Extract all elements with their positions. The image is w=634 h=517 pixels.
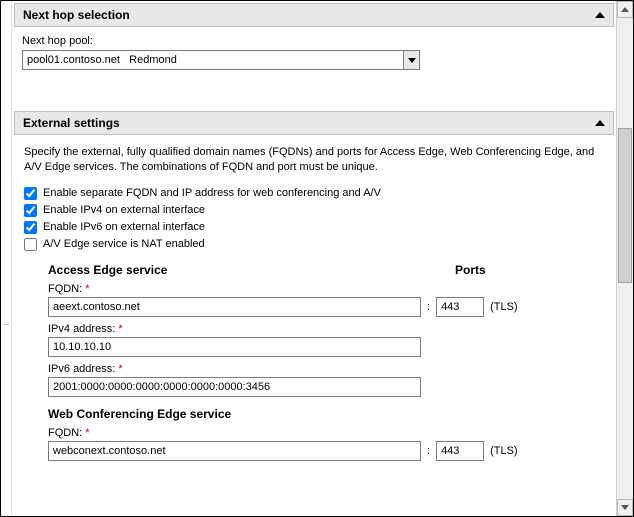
section-body-external: Specify the external, fully qualified do… [14,135,614,469]
scroll-down-button[interactable] [617,499,633,516]
access-edge-port-input[interactable] [436,297,484,317]
dropdown-button[interactable] [403,51,419,69]
vertical-scrollbar[interactable] [616,1,633,516]
section-title-next-hop: Next hop selection [23,8,130,22]
next-hop-pool-dropdown[interactable]: pool01.contoso.net Redmond [22,50,420,70]
subsection-web-conf: Web Conferencing Edge service FQDN: * : … [48,407,606,461]
check-ipv6[interactable]: Enable IPv6 on external interface [22,219,606,236]
chevron-down-icon [621,505,629,510]
check-label-separate-fqdn: Enable separate FQDN and IP address for … [43,187,381,199]
scroll-thumb[interactable] [618,128,632,283]
left-rail [1,1,12,516]
subsection-access-edge: Access Edge service Ports FQDN: * : (TLS… [48,263,606,397]
check-separate-fqdn[interactable]: Enable separate FQDN and IP address for … [22,185,606,202]
chevron-up-icon [621,7,629,12]
access-edge-ipv4-label: IPv4 address: * [48,323,606,335]
scroll-up-button[interactable] [617,1,633,18]
collapse-icon [595,120,605,126]
access-edge-fqdn-input[interactable] [48,297,421,317]
check-ipv4[interactable]: Enable IPv4 on external interface [22,202,606,219]
left-rail-divider [4,324,9,325]
ports-header: Ports [455,263,486,277]
access-edge-fqdn-label: FQDN: * [48,283,606,295]
section-body-next-hop: Next hop pool: pool01.contoso.net Redmon… [14,27,614,109]
next-hop-pool-value: pool01.contoso.net Redmond [23,54,403,66]
checkbox-ipv6[interactable] [24,221,37,234]
checkbox-nat[interactable] [24,238,37,251]
check-label-ipv6: Enable IPv6 on external interface [43,221,205,233]
access-edge-ipv6-input[interactable] [48,377,421,397]
colon-separator: : [427,445,430,457]
checkbox-ipv4[interactable] [24,204,37,217]
access-edge-title: Access Edge service [48,263,443,277]
web-conf-fqdn-label: FQDN: * [48,427,606,439]
access-edge-ipv4-input[interactable] [48,337,421,357]
web-conf-fqdn-input[interactable] [48,441,421,461]
section-title-external: External settings [23,116,120,130]
access-edge-ipv6-label: IPv6 address: * [48,363,606,375]
chevron-down-icon [408,58,416,63]
scroll-track[interactable] [617,18,633,499]
section-header-next-hop[interactable]: Next hop selection [14,3,614,27]
web-conf-protocol: (TLS) [490,445,518,457]
check-nat[interactable]: A/V Edge service is NAT enabled [22,236,606,253]
collapse-icon [595,12,605,18]
next-hop-pool-label: Next hop pool: [22,35,606,47]
check-label-ipv4: Enable IPv4 on external interface [43,204,205,216]
colon-separator: : [427,301,430,313]
web-conf-title: Web Conferencing Edge service [48,407,443,421]
section-header-external[interactable]: External settings [14,111,614,135]
check-label-nat: A/V Edge service is NAT enabled [43,238,205,250]
checkbox-separate-fqdn[interactable] [24,187,37,200]
access-edge-protocol: (TLS) [490,301,518,313]
external-description: Specify the external, fully qualified do… [22,143,606,185]
web-conf-port-input[interactable] [436,441,484,461]
